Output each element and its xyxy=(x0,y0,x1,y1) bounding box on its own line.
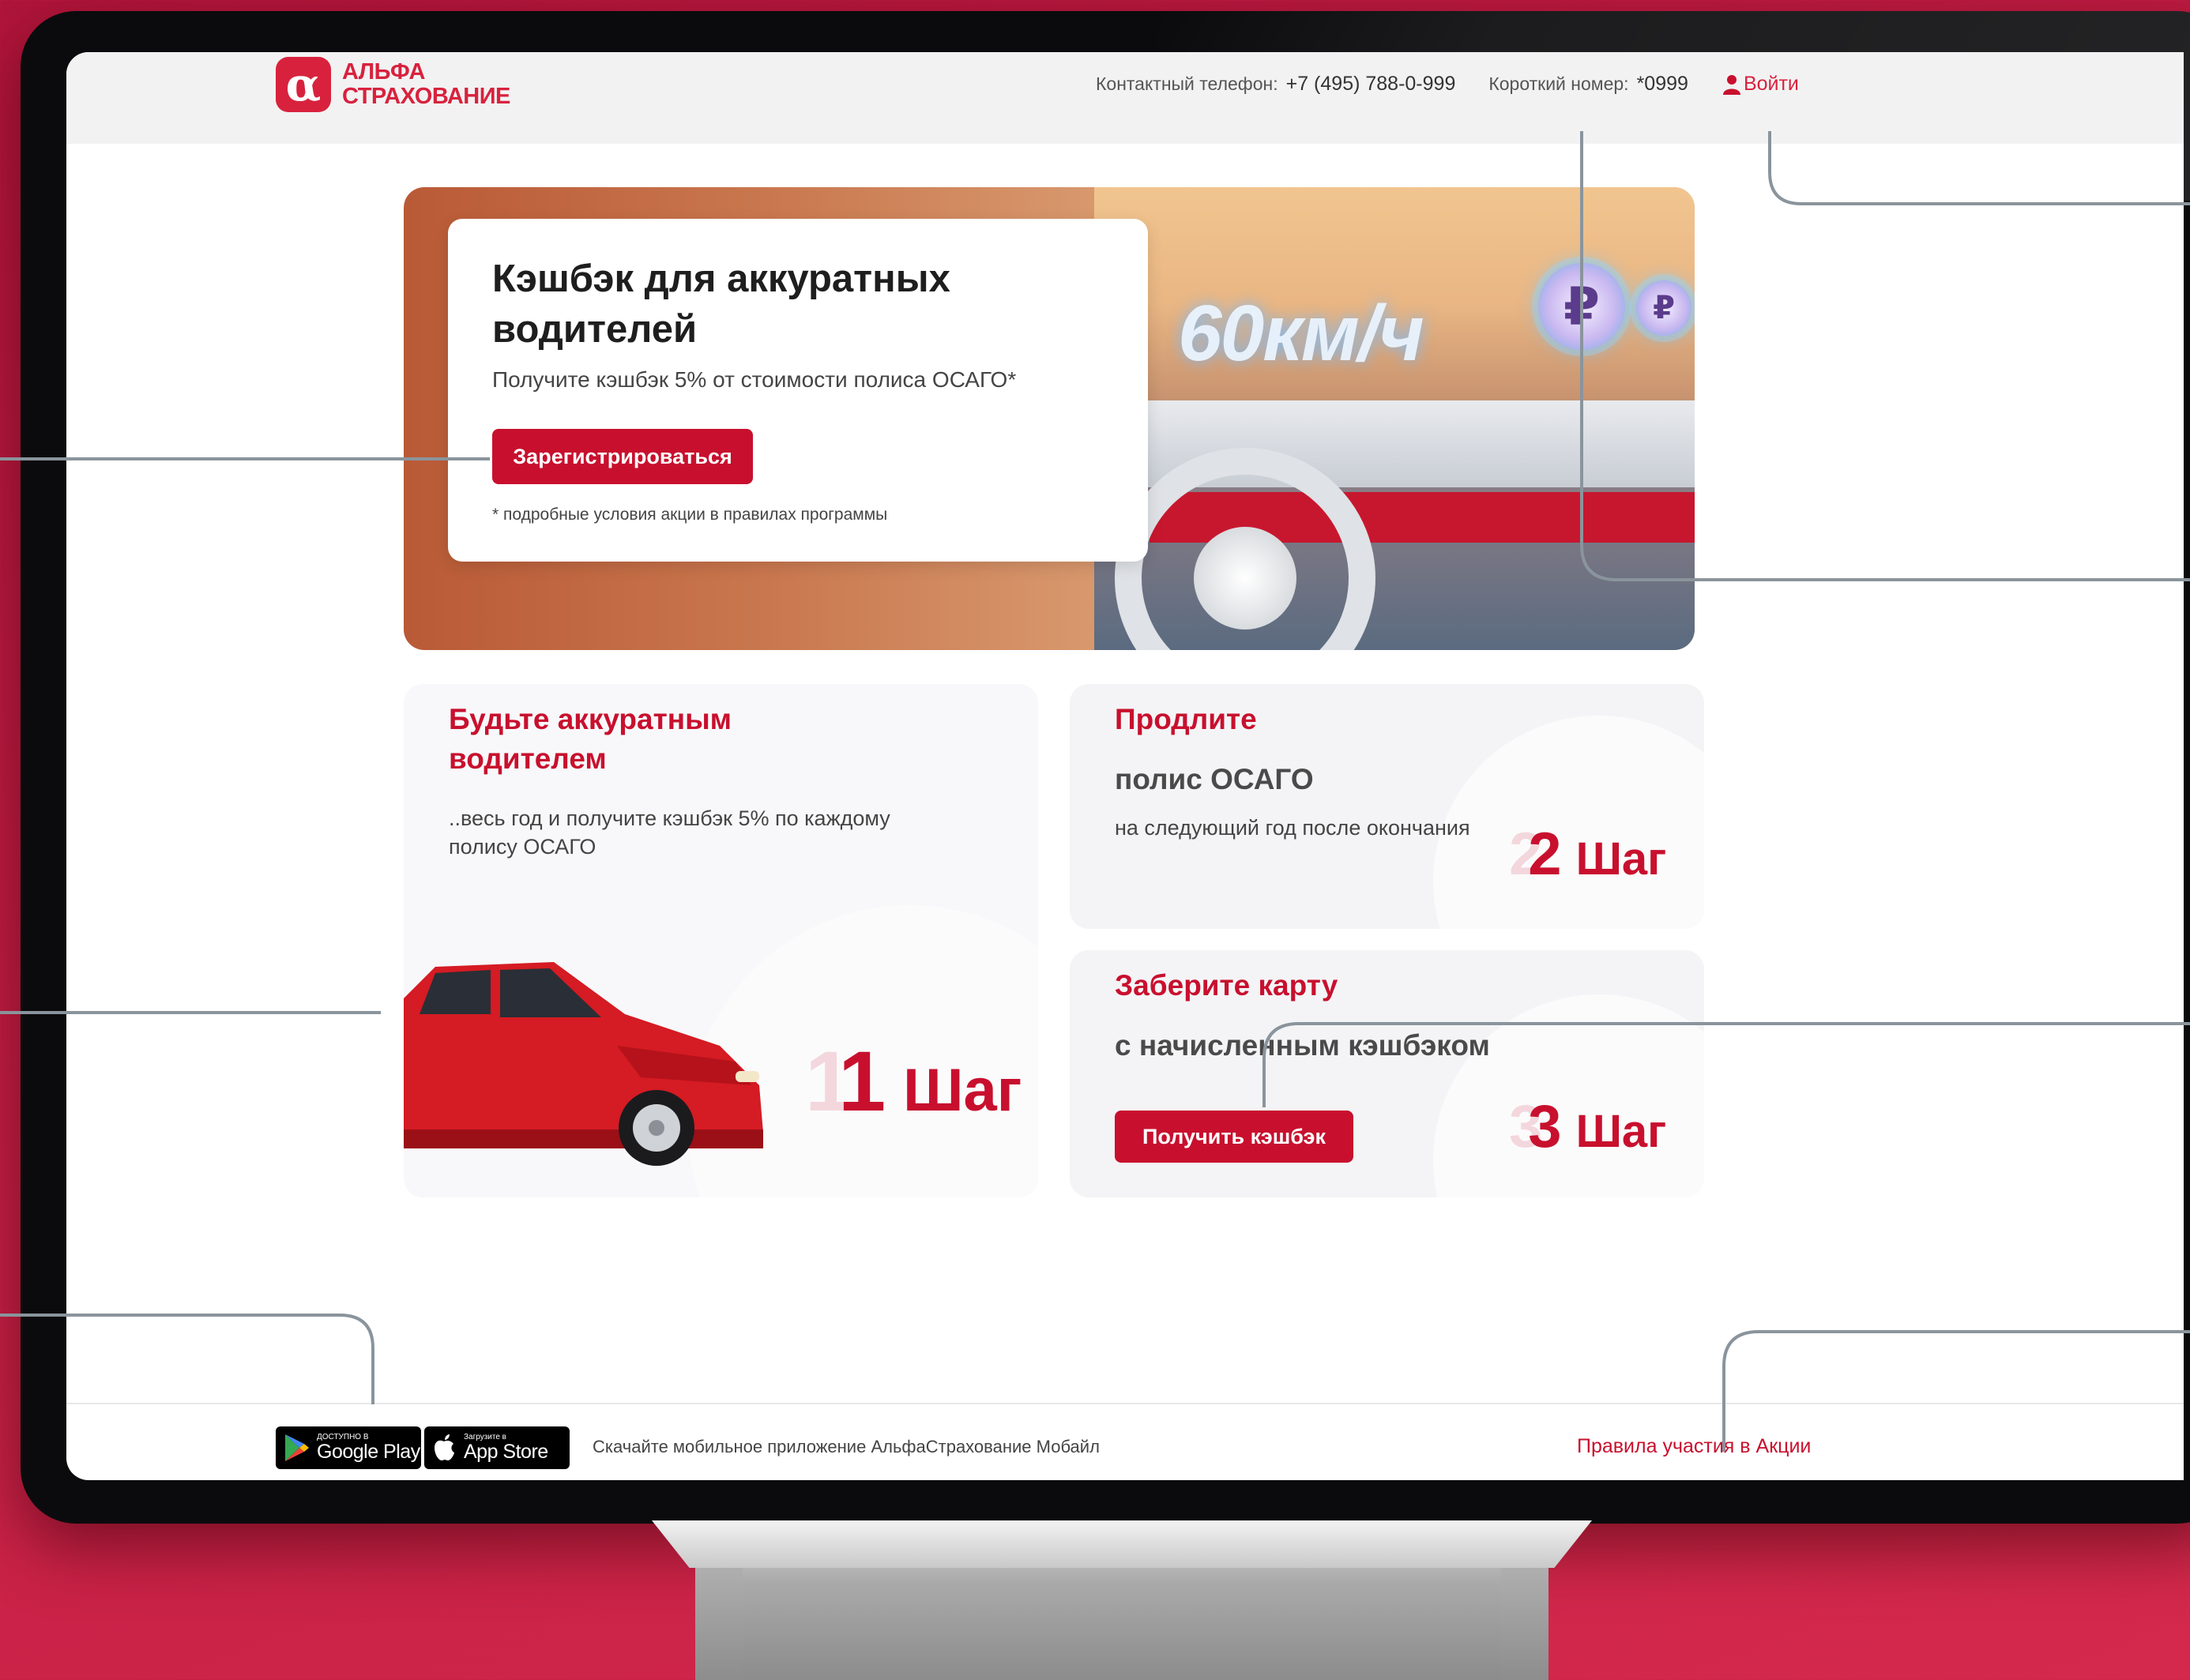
step-2-subtitle: полис ОСАГО xyxy=(1115,763,1314,795)
footer-divider xyxy=(66,1403,2184,1404)
google-play-badge[interactable]: ДОСТУПНО В Google Play xyxy=(276,1426,421,1469)
phone-number[interactable]: +7 (495) 788-0-999 xyxy=(1286,73,1456,96)
step-3-number: 3 xyxy=(1528,1093,1562,1160)
step-1-title: Будьте аккуратным водителем xyxy=(449,703,732,775)
ruble-coin-icon: ₽ xyxy=(1538,263,1625,350)
alfa-logo-text: АЛЬФА СТРАХОВАНИЕ xyxy=(342,60,510,109)
get-cashback-button[interactable]: Получить кэшбэк xyxy=(1115,1111,1353,1163)
rules-link[interactable]: Правила участия в Акции xyxy=(1577,1435,1811,1458)
step-3-title: Заберите карту xyxy=(1115,969,1338,1002)
hero-footnote: * подробные условия акции в правилах про… xyxy=(492,506,888,524)
download-app-text: Скачайте мобильное приложение АльфаСтрах… xyxy=(593,1437,1100,1456)
step-1-number: 1 xyxy=(838,1033,886,1129)
short-number-label: Короткий номер: xyxy=(1488,73,1629,94)
step-1-word: Шаг xyxy=(903,1057,1022,1124)
app-store-big-text: App Store xyxy=(464,1441,548,1463)
app-store-badge[interactable]: Загрузите в App Store xyxy=(424,1426,570,1469)
hero-card: Кэшбэк для аккуратных водителей Получите… xyxy=(448,219,1148,562)
step-1-label: 1 1 Шаг xyxy=(805,1032,1022,1130)
google-play-big-text: Google Play xyxy=(317,1441,420,1463)
register-button[interactable]: Зарегистрироваться xyxy=(492,429,753,484)
step-1-text: ..весь год и получите кэшбэк 5% по каждо… xyxy=(449,806,890,859)
google-play-icon xyxy=(285,1434,309,1461)
user-icon xyxy=(1722,74,1740,95)
step-2-label: 2 2 Шаг xyxy=(1509,820,1666,889)
browser-screen: α АЛЬФА СТРАХОВАНИЕ Контактный телефон: … xyxy=(66,52,2184,1480)
step-2-number: 2 xyxy=(1528,821,1562,888)
steering-wheel-hub xyxy=(1194,527,1296,630)
step-2-word: Шаг xyxy=(1575,833,1667,885)
site-header: α АЛЬФА СТРАХОВАНИЕ Контактный телефон: … xyxy=(66,52,2184,144)
login-link[interactable]: Войти xyxy=(1722,73,1799,96)
step-3-label: 3 3 Шаг xyxy=(1509,1092,1666,1161)
header-contacts: Контактный телефон: +7 (495) 788-0-999 К… xyxy=(1096,73,1799,96)
red-car-image xyxy=(404,962,763,1166)
ruble-coin-icon: ₽ xyxy=(1636,280,1691,336)
hero-title: Кэшбэк для аккуратных водителей xyxy=(492,257,950,351)
step-2-title: Продлите xyxy=(1115,703,1257,735)
monitor-stand-top xyxy=(652,1520,1592,1568)
hero-subtitle: Получите кэшбэк 5% от стоимости полиса О… xyxy=(492,367,1017,392)
alfa-logo[interactable]: α АЛЬФА СТРАХОВАНИЕ xyxy=(276,57,510,112)
step-2-text: на следующий год после окончания xyxy=(1115,816,1470,840)
step-2-card: Продлите полис ОСАГО на следующий год по… xyxy=(1070,684,1704,929)
login-label: Войти xyxy=(1743,73,1799,95)
hero-banner: 60км/ч ₽ ₽ ₽ Кэшбэк для аккуратных водит… xyxy=(404,187,1695,650)
phone-label: Контактный телефон: xyxy=(1096,73,1278,94)
step-3-subtitle: с начисленным кэшбэком xyxy=(1115,1029,1490,1062)
logo-line-1: АЛЬФА xyxy=(342,59,425,85)
speed-display: 60км/ч xyxy=(1178,289,1424,378)
apple-icon xyxy=(435,1434,454,1460)
alfa-logo-mark: α xyxy=(276,57,331,112)
step-3-card: Заберите карту с начисленным кэшбэком По… xyxy=(1070,950,1704,1197)
step-1-card: Будьте аккуратным водителем ..весь год и… xyxy=(404,684,1038,1197)
step-3-word: Шаг xyxy=(1575,1106,1667,1157)
short-number[interactable]: *0999 xyxy=(1637,73,1688,96)
logo-line-2: СТРАХОВАНИЕ xyxy=(342,84,510,109)
